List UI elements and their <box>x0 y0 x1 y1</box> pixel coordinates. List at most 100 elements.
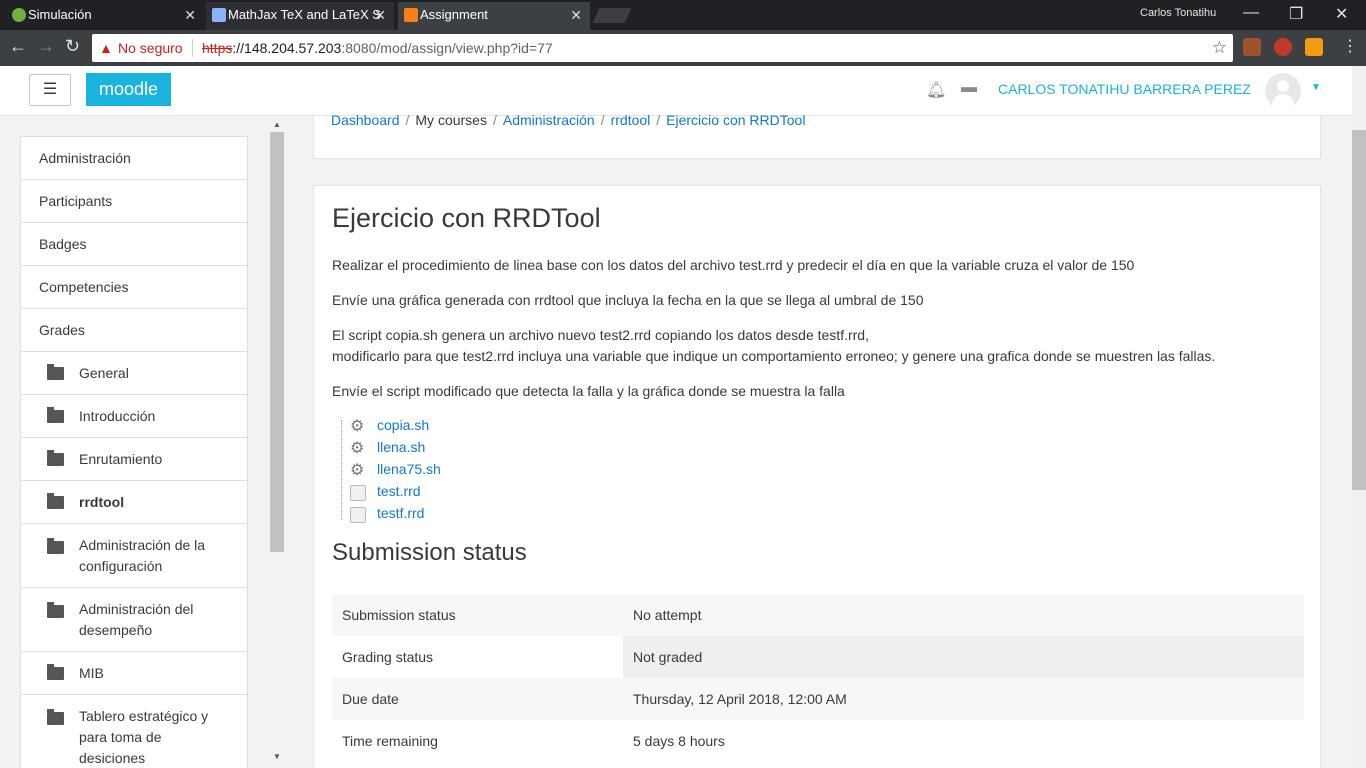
sidebar-item-label: Administración de la configuración <box>79 537 206 574</box>
breadcrumb-card: Dashboard / My courses / Administración / rrdt… <box>313 112 1321 159</box>
intro-paragraph: Realizar el procedimiento de linea base … <box>332 257 1135 273</box>
close-icon[interactable]: ✕ <box>570 2 582 28</box>
moodle-logo[interactable]: moodle <box>86 73 171 106</box>
user-name[interactable]: CARLOS TONATIHU BARRERA PEREZ <box>998 81 1251 97</box>
scrollbar-thumb[interactable] <box>1352 130 1366 490</box>
new-tab-button[interactable] <box>592 8 632 23</box>
sidebar-item-enrutamiento[interactable]: Enrutamiento <box>20 437 248 480</box>
folder-icon <box>47 709 64 725</box>
drawer-scrollbar[interactable]: ▲ ▼ <box>270 116 284 768</box>
sidebar-item-rrdtool[interactable]: rrdtool <box>20 480 248 523</box>
intro-paragraph: Envíe una gráfica generada con rrdtool q… <box>332 292 924 308</box>
browser-tab-assignment[interactable]: Assignment ✕ <box>398 2 590 30</box>
chrome-menu-icon[interactable]: ⋮ <box>1342 36 1358 56</box>
file-link[interactable]: llena75.sh <box>377 461 441 477</box>
address-bar[interactable]: ▲ No seguro https://148.204.57.203:8080/… <box>92 34 1233 62</box>
sidebar-item-mib[interactable]: MIB <box>20 651 248 694</box>
breadcrumb-link[interactable]: rrdtool <box>611 112 651 128</box>
sidebar-item-label: Introducción <box>79 408 156 424</box>
divider <box>192 39 193 57</box>
sidebar-item-grades[interactable]: Grades <box>20 308 248 351</box>
message-icon[interactable]: ▬ <box>961 79 977 97</box>
sidebar-item-introduccion[interactable]: Introducción <box>20 394 248 437</box>
spring-leaf-icon <box>12 8 26 22</box>
browser-tab-simulacion[interactable]: Simulación ✕ <box>6 2 204 30</box>
row-label: Due date <box>332 678 623 720</box>
breadcrumb-link[interactable]: Ejercicio con RRDTool <box>666 112 805 128</box>
key-extension-icon[interactable] <box>1305 38 1323 56</box>
reload-icon[interactable]: ↻ <box>65 36 80 57</box>
breadcrumb-link[interactable]: Administración <box>503 112 595 128</box>
browser-tab-strip: Simulación ✕ MathJax TeX and LaTeX S ✕ A… <box>0 0 1366 30</box>
moodle-navbar: ☰ moodle 🔔︎ ▬ CARLOS TONATIHU BARRERA PE… <box>0 66 1352 116</box>
sidebar-item-label: rrdtool <box>79 494 125 510</box>
sidebar-item-label: General <box>79 365 129 381</box>
submission-status-table: Submission status No attempt Grading sta… <box>332 594 1304 762</box>
window-close-icon[interactable]: ✕ <box>1335 4 1348 24</box>
submission-heading: Submission status <box>332 539 527 566</box>
row-label: Time remaining <box>342 733 438 749</box>
adblock-icon[interactable] <box>1274 38 1292 56</box>
bell-icon[interactable]: 🔔︎ <box>926 80 946 100</box>
page-title: Ejercicio con RRDTool <box>332 203 601 233</box>
document-icon <box>350 507 366 523</box>
file-link[interactable]: testf.rrd <box>377 505 424 521</box>
sidebar-item-competencies[interactable]: Competencies <box>20 265 248 308</box>
bookmark-star-icon[interactable]: ☆ <box>1212 34 1227 62</box>
breadcrumb-link[interactable]: Dashboard <box>331 112 400 128</box>
sidebar-item-admin-desempeno[interactable]: Administración del desempeño <box>20 587 248 651</box>
drawer-toggle-button[interactable]: ☰ <box>29 74 71 106</box>
table-row: Due date Thursday, 12 April 2018, 12:00 … <box>332 678 1304 720</box>
row-value: 5 days 8 hours <box>633 733 725 749</box>
gear-icon: ⚙ <box>350 418 365 435</box>
row-value: Not graded <box>623 636 1304 678</box>
close-icon[interactable]: ✕ <box>374 2 386 28</box>
sidebar-item-admin-configuracion[interactable]: Administración de la configuración <box>20 523 248 587</box>
file-link[interactable]: copia.sh <box>377 417 429 433</box>
folder-icon <box>47 538 64 554</box>
window-profile-name[interactable]: Carlos Tonatihu <box>1140 7 1216 19</box>
warning-icon[interactable]: ▲ <box>99 34 113 62</box>
chevron-down-icon[interactable]: ▼ <box>1311 82 1321 93</box>
intro-paragraph: modificarlo para que test2.rrd incluya u… <box>332 348 1216 364</box>
scroll-up-icon[interactable]: ▲ <box>273 120 281 129</box>
row-label: Submission status <box>332 594 623 636</box>
extension-icon[interactable] <box>1243 38 1261 56</box>
forward-arrow-icon[interactable]: → <box>37 36 55 57</box>
back-arrow-icon[interactable]: ← <box>9 36 27 57</box>
file-link[interactable]: test.rrd <box>377 483 421 499</box>
document-icon <box>350 485 366 501</box>
sidebar-item-label: Participants <box>39 193 113 209</box>
restore-icon[interactable]: ❐ <box>1289 4 1303 24</box>
close-icon[interactable]: ✕ <box>184 2 196 28</box>
page-scrollbar[interactable] <box>1352 66 1366 768</box>
scroll-down-icon[interactable]: ▼ <box>273 752 281 761</box>
gear-icon: ⚙ <box>350 462 365 479</box>
file-link[interactable]: llena.sh <box>377 439 425 455</box>
intro-paragraph: El script copia.sh genera un archivo nue… <box>332 327 869 343</box>
folder-icon <box>47 364 64 380</box>
avatar[interactable] <box>1265 73 1301 109</box>
sidebar-item-administracion[interactable]: Administración <box>20 136 248 179</box>
sidebar-item-label: Enrutamiento <box>79 451 163 467</box>
sidebar-item-label: MIB <box>79 665 104 681</box>
sidebar-item-participants[interactable]: Participants <box>20 179 248 222</box>
assignment-card: Ejercicio con RRDTool Realizar el proced… <box>313 185 1321 768</box>
sidebar-item-label: Tablero estratégico y para toma de desic… <box>79 708 209 766</box>
sidebar-item-label: Grades <box>39 322 85 338</box>
table-row: Time remaining 5 days 8 hours <box>332 720 1304 762</box>
scrollbar-thumb[interactable] <box>270 132 284 552</box>
security-label[interactable]: No seguro <box>118 34 183 62</box>
folder-icon <box>47 407 64 423</box>
sidebar-item-tablero[interactable]: Tablero estratégico y para toma de desic… <box>20 694 248 768</box>
browser-tab-mathjax[interactable]: MathJax TeX and LaTeX S ✕ <box>206 2 394 30</box>
url-text[interactable]: https://148.204.57.203:8080/mod/assign/v… <box>202 34 553 62</box>
sidebar-item-badges[interactable]: Badges <box>20 222 248 265</box>
sidebar-item-general[interactable]: General <box>20 351 248 394</box>
row-value: Thursday, 12 April 2018, 12:00 AM <box>623 678 1304 720</box>
breadcrumb-text: My courses <box>415 112 487 128</box>
folder-icon <box>47 664 64 680</box>
table-row: Grading status Not graded <box>332 636 1304 678</box>
sidebar-item-label: Administración del desempeño <box>79 601 194 638</box>
minimize-icon[interactable]: — <box>1243 4 1259 22</box>
